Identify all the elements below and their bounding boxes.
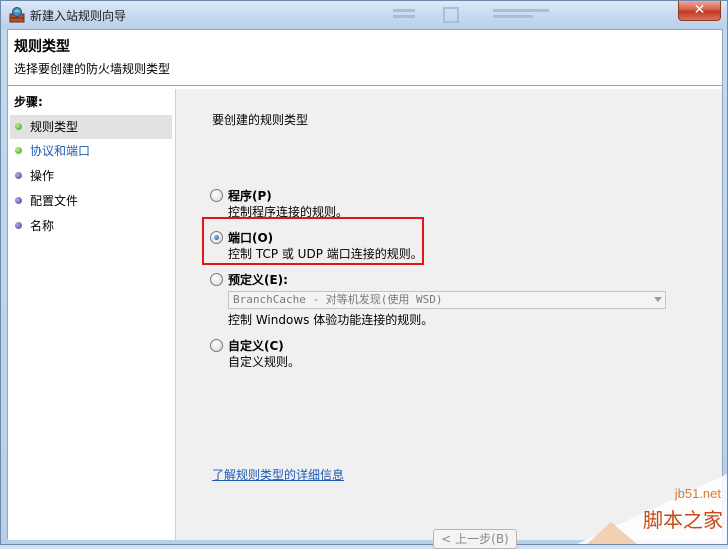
option-label[interactable]: 程序(P) [228,187,272,204]
option-label[interactable]: 预定义(E): [228,271,288,288]
step-label: 名称 [30,219,55,233]
background-window-fragment [493,9,549,18]
background-window-fragment [443,7,459,23]
predefined-select-value: BranchCache - 对等机发现(使用 WSD) [233,293,443,306]
step-action: 操作 [10,164,172,188]
green-dot-icon [15,147,22,154]
purple-dot-icon [15,172,22,179]
radio-predefined[interactable] [210,273,223,286]
option-description: 自定义规则。 [228,355,301,369]
step-name: 名称 [10,214,172,238]
firewall-icon [9,7,25,23]
watermark-url: jb51.net [674,486,721,501]
steps-sidebar: 步骤: 规则类型 协议和端口 操作 配置文件 名称 [8,89,176,540]
watermark: jb51.net 脚本之家 [577,474,727,544]
rule-type-prompt: 要创建的规则类型 [212,113,309,127]
learn-more-link[interactable]: 了解规则类型的详细信息 [212,466,344,483]
page-subtitle: 选择要创建的防火墙规则类型 [14,62,171,76]
back-button[interactable]: < 上一步(B) [433,529,517,549]
page-title: 规则类型 [14,39,70,55]
option-label[interactable]: 端口(O) [228,229,273,246]
chevron-down-icon[interactable] [654,297,662,302]
wizard-body: 规则类型 选择要创建的防火墙规则类型 步骤: 规则类型 协议和端口 操作 配置文… [7,29,723,549]
option-description: 控制 Windows 体验功能连接的规则。 [228,313,434,327]
radio-program[interactable] [210,189,223,202]
step-profile: 配置文件 [10,189,172,213]
steps-heading: 步骤: [14,95,43,109]
step-label: 规则类型 [30,120,79,134]
radio-custom[interactable] [210,339,223,352]
option-description: 控制 TCP 或 UDP 端口连接的规则。 [228,247,423,261]
title-bar[interactable]: 新建入站规则向导 ✕ [1,1,727,29]
purple-dot-icon [15,197,22,204]
wizard-header: 规则类型 选择要创建的防火墙规则类型 [8,30,722,86]
step-protocol-and-ports[interactable]: 协议和端口 [10,139,172,163]
background-window-fragment [393,9,415,18]
close-button[interactable]: ✕ [678,1,721,21]
option-label[interactable]: 自定义(C) [228,337,284,354]
green-dot-icon [15,123,22,130]
step-label: 配置文件 [30,194,79,208]
main-content: 要创建的规则类型 程序(P) 控制程序连接的规则。 端口(O) 控制 TCP 或… [176,89,722,549]
step-rule-type[interactable]: 规则类型 [10,115,172,139]
radio-port[interactable] [210,231,223,244]
window-title: 新建入站规则向导 [30,9,127,23]
predefined-select[interactable]: BranchCache - 对等机发现(使用 WSD) [228,291,666,309]
step-label: 操作 [30,169,55,183]
purple-dot-icon [15,222,22,229]
watermark-text: 脚本之家 [643,508,723,532]
wizard-window: 新建入站规则向导 ✕ 规则类型 选择要创建的防火墙规则类型 步骤: 规则类型 协… [0,0,728,549]
step-label: 协议和端口 [30,144,91,158]
